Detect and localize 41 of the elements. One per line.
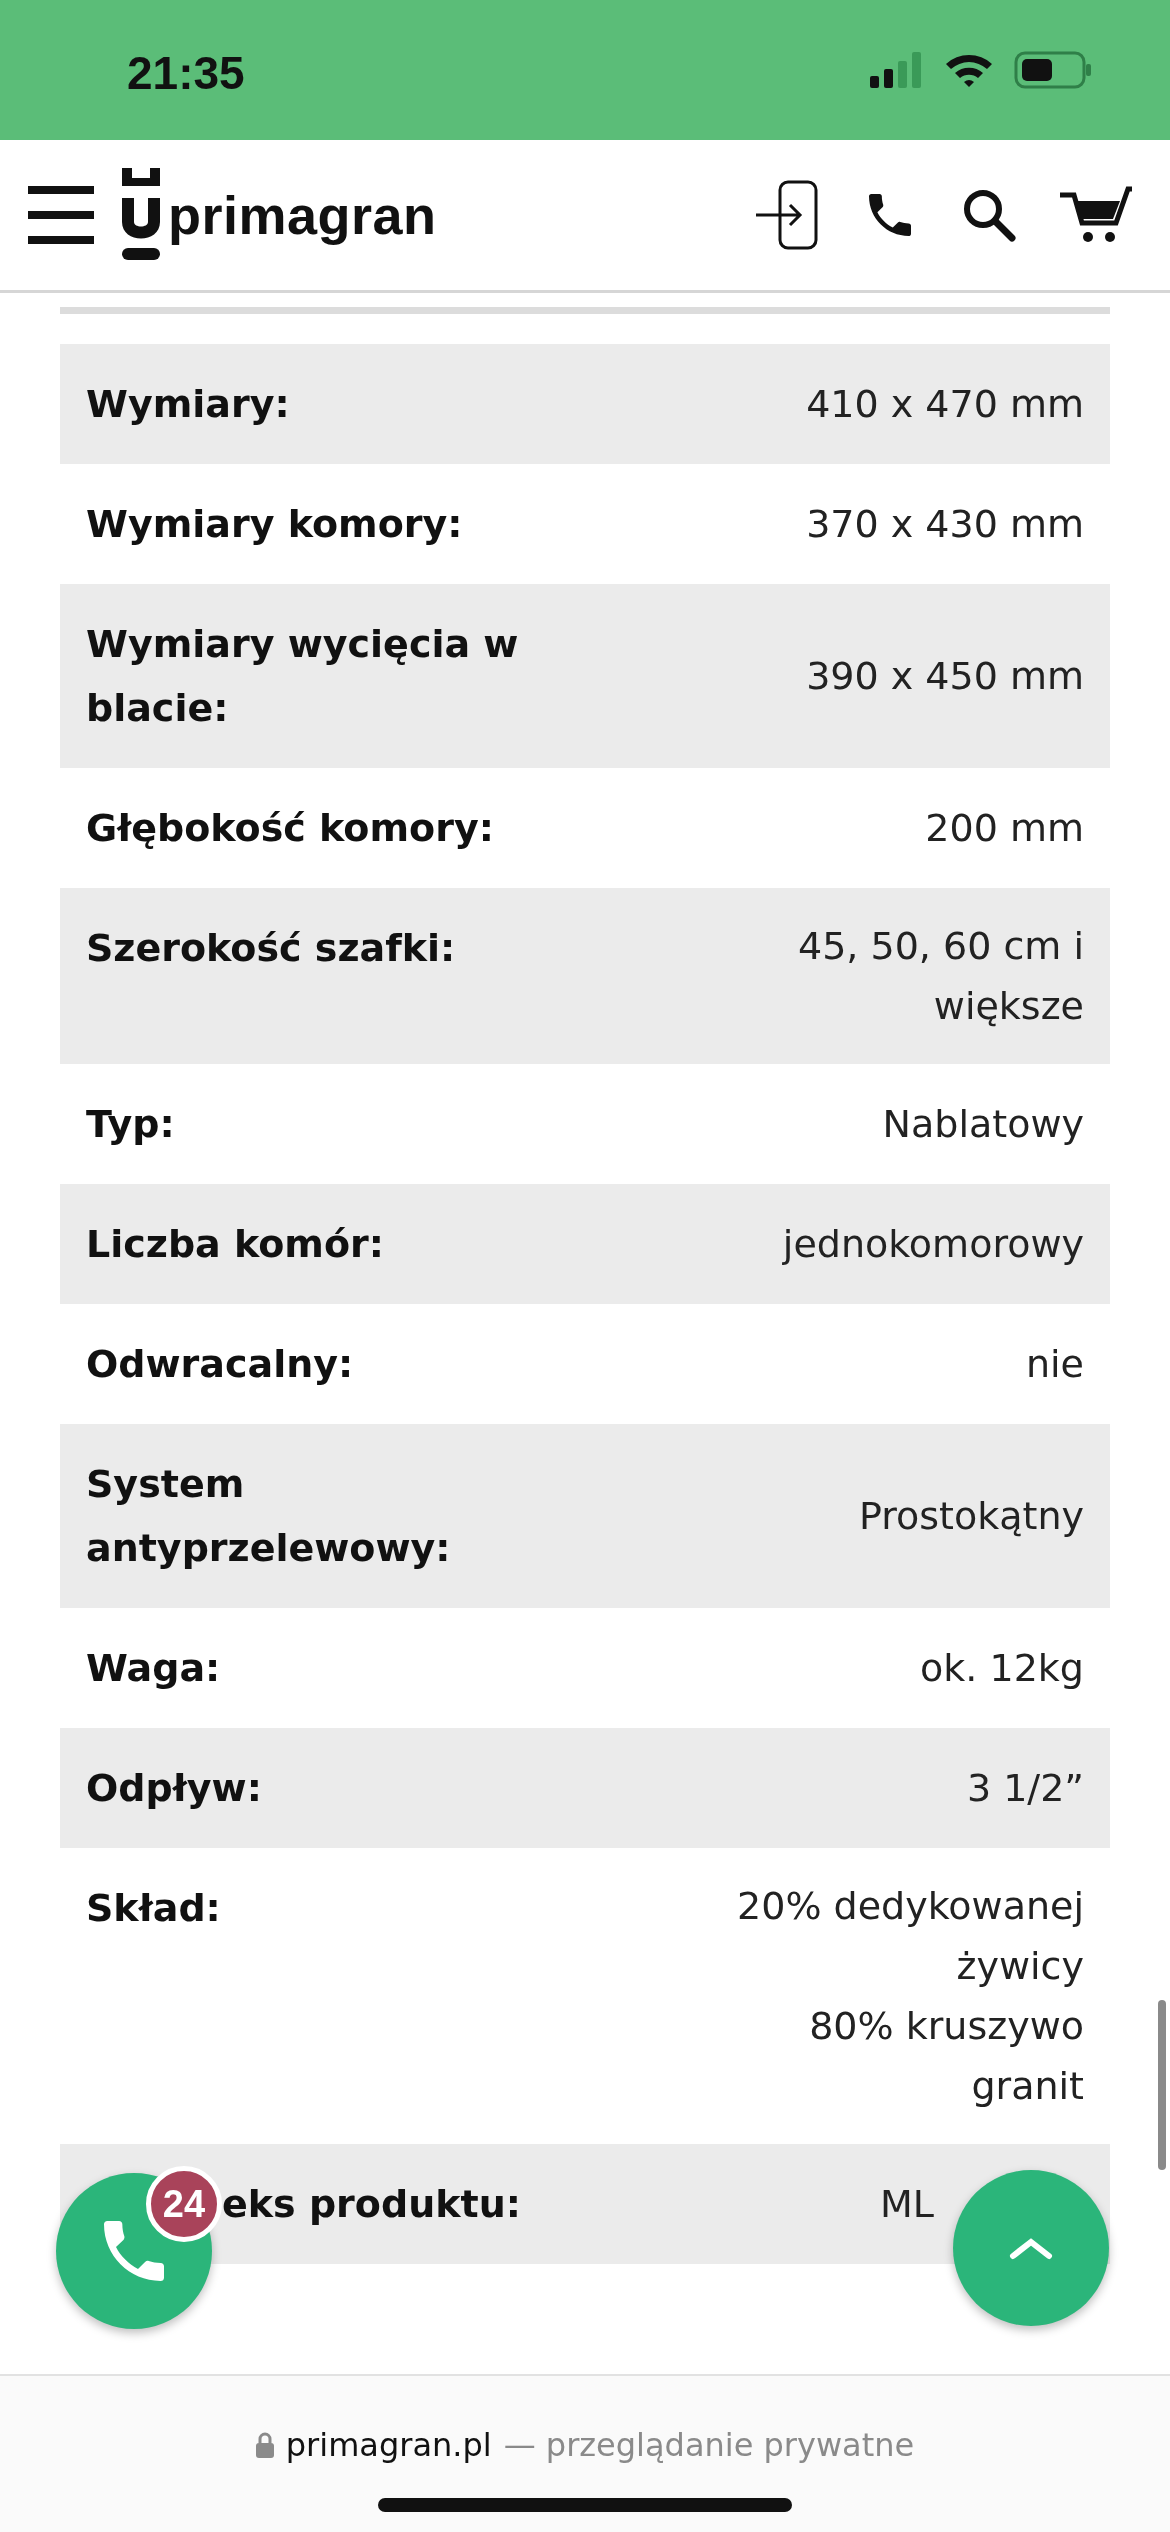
menu-button[interactable] — [28, 186, 94, 244]
spec-label: Typ: — [86, 1101, 175, 1148]
spec-value: 45, 50, 60 cm i większe — [797, 923, 1084, 1030]
spec-value: 390 x 450 mm — [806, 653, 1084, 700]
spec-label: Wymiary komory: — [86, 501, 463, 548]
login-button[interactable] — [756, 180, 818, 250]
spec-value: Nablatowy — [882, 1101, 1084, 1148]
spec-label: Odpływ: — [86, 1765, 262, 1812]
spec-value: 370 x 430 mm — [806, 501, 1084, 548]
cart-button[interactable] — [1060, 185, 1132, 245]
lock-icon — [255, 2432, 274, 2458]
spec-value: 200 mm — [925, 805, 1084, 852]
spec-value: jednokomorowy — [782, 1221, 1084, 1268]
spec-value: ok. 12kg — [920, 1645, 1084, 1692]
spec-label: Odwracalny: — [86, 1341, 354, 1388]
wifi-icon — [944, 52, 994, 88]
spec-label: System antyprzelewowy: — [86, 1461, 452, 1572]
signal-icon — [870, 52, 924, 88]
spec-label: Wymiary: — [86, 381, 290, 428]
spec-value: 20% dedykowanej żywicy — [736, 1883, 1084, 1990]
battery-icon — [1014, 51, 1092, 89]
spec-label: Wymiary wycięcia w blacie: — [86, 621, 520, 732]
spec-label: Szerokość szafki: — [86, 925, 456, 972]
search-button[interactable] — [962, 188, 1016, 242]
spec-label: eks produktu: — [222, 2181, 521, 2228]
spec-label: Głębokość komory: — [86, 805, 494, 852]
logo-text: primagran — [168, 184, 437, 246]
chevron-up-icon — [1009, 2236, 1053, 2260]
spec-value: Prostokątny — [859, 1493, 1084, 1540]
spec-label: Waga: — [86, 1645, 221, 1692]
spec-value: nie — [1025, 1341, 1084, 1388]
browsing-mode-text: — przeglądanie prywatne — [503, 2426, 915, 2464]
url-text: primagran.pl — [285, 2426, 492, 2464]
spec-value: 80% kruszywo granit — [808, 2003, 1084, 2110]
spec-label: Liczba komór: — [86, 1221, 384, 1268]
spec-label: Skład: — [86, 1885, 221, 1932]
spec-value: 3 1/2” — [966, 1765, 1084, 1812]
spec-value: 410 x 470 mm — [806, 381, 1084, 428]
spec-value: ML — [880, 2181, 934, 2228]
address-bar[interactable]: primagran.pl — przeglądanie prywatne — [0, 2374, 1170, 2532]
status-time: 21:35 — [127, 46, 245, 100]
